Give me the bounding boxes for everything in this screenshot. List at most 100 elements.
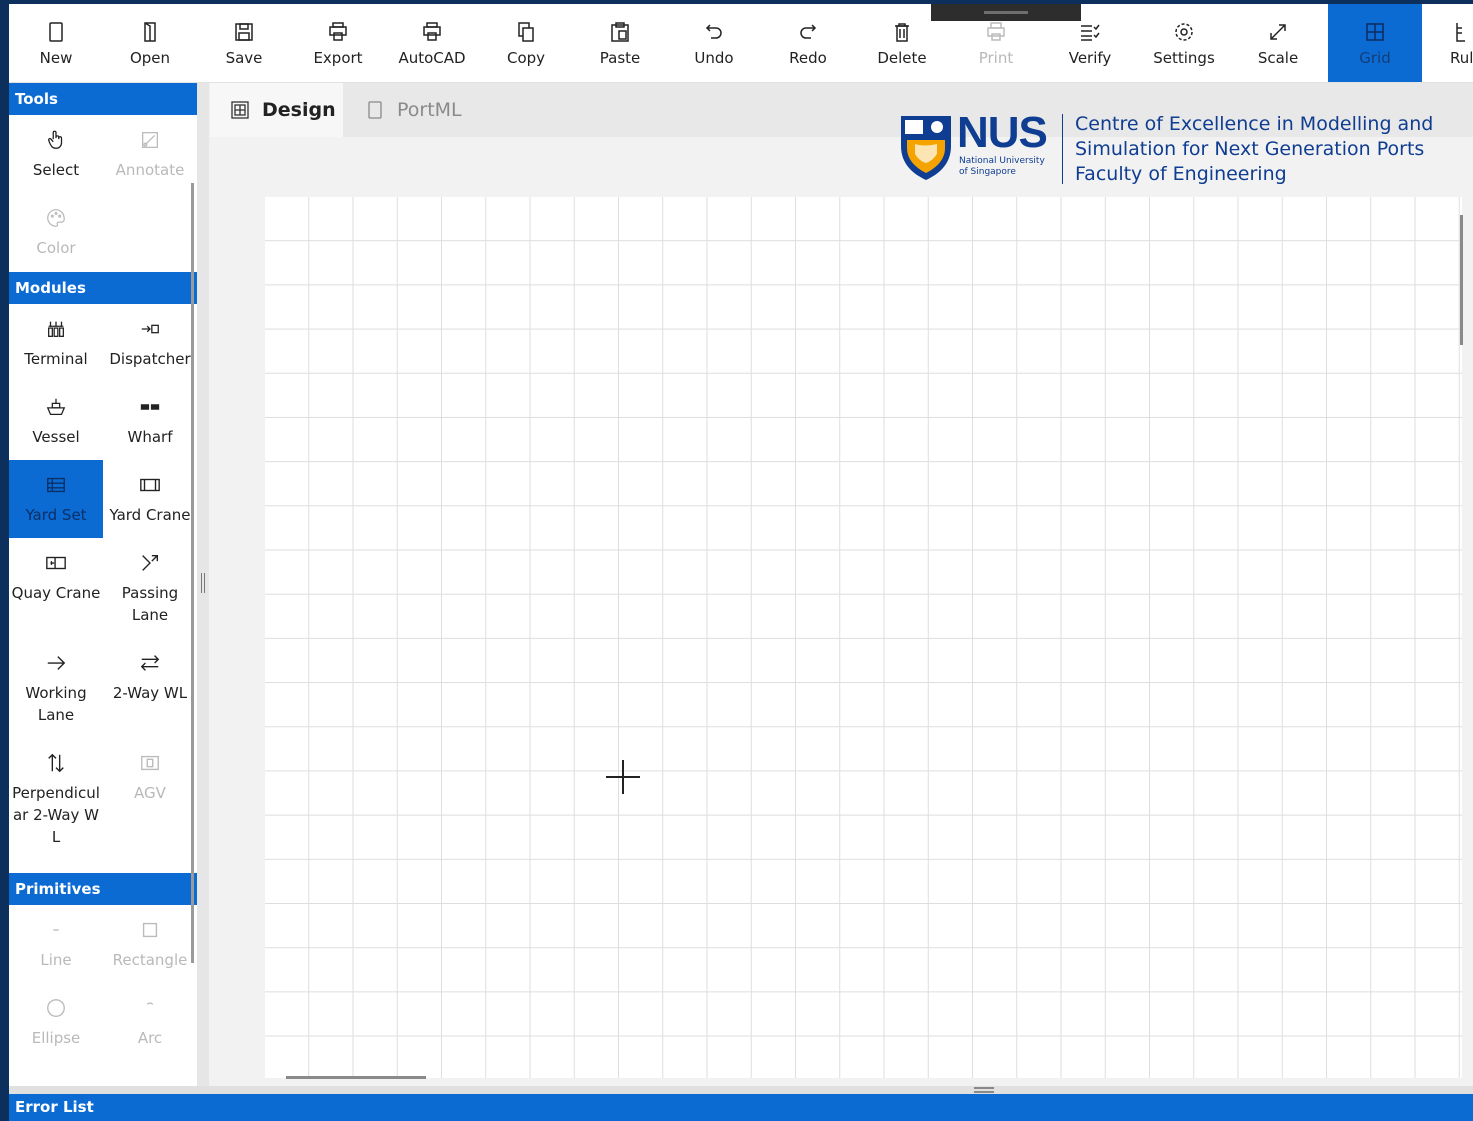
export-button[interactable]: Export (291, 4, 385, 82)
color-tool[interactable]: Color (9, 193, 103, 271)
two-way-wl-module[interactable]: 2-Way WL (103, 638, 197, 738)
tab-design[interactable]: Design (210, 83, 343, 137)
quay-crane-label: Quay Crane (11, 584, 101, 602)
modules-header: Modules (9, 272, 197, 304)
working-lane-label: Working Lane (25, 684, 87, 724)
app-window: New Open Save Export AutoCAD Copy Paste (9, 4, 1473, 1121)
rectangle-icon (137, 917, 163, 943)
rectangle-label: Rectangle (112, 951, 188, 969)
ellipse-primitive[interactable]: Ellipse (9, 983, 103, 1061)
logo-divider (1062, 114, 1063, 184)
tab-portml[interactable]: PortML (345, 83, 485, 137)
passing-lane-icon (137, 550, 163, 576)
grid-label: Grid (1359, 49, 1391, 67)
export-icon (325, 19, 351, 45)
agv-icon (137, 750, 163, 776)
undo-button[interactable]: Undo (667, 4, 761, 82)
autocad-button[interactable]: AutoCAD (385, 4, 479, 82)
settings-button[interactable]: Settings (1137, 4, 1231, 82)
toolbox-scrollbar[interactable] (191, 183, 194, 963)
arc-primitive[interactable]: Arc (103, 983, 197, 1061)
org-line-2: Simulation for Next Generation Ports (1075, 138, 1425, 160)
annotate-tool[interactable]: Annotate (103, 115, 197, 193)
line-icon (43, 917, 69, 943)
yard-crane-module[interactable]: Yard Crane (103, 460, 197, 538)
redo-icon (795, 19, 821, 45)
undo-icon (701, 19, 727, 45)
select-tool[interactable]: Select (9, 115, 103, 193)
paste-button[interactable]: Paste (573, 4, 667, 82)
quay-crane-module[interactable]: Quay Crane (9, 538, 103, 638)
ellipse-icon (43, 995, 69, 1021)
perpendicular-two-way-wl-label: Perpendicular 2-Way WL (12, 784, 100, 846)
redo-button[interactable]: Redo (761, 4, 855, 82)
scale-icon (1265, 19, 1291, 45)
new-button[interactable]: New (9, 4, 103, 82)
copy-button[interactable]: Copy (479, 4, 573, 82)
terminal-module[interactable]: Terminal (9, 304, 103, 382)
organization-name: Centre of Excellence in Modelling and Si… (1075, 112, 1433, 187)
main-toolbar: New Open Save Export AutoCAD Copy Paste (9, 4, 1473, 83)
grid-button[interactable]: Grid (1328, 4, 1422, 82)
nus-subtitle-line-1: National University (959, 156, 1045, 166)
tab-portml-label: PortML (397, 99, 462, 121)
working-lane-module[interactable]: Working Lane (9, 638, 103, 738)
nus-logo: NUS National University of Singapore Cen… (899, 108, 1459, 190)
new-document-icon (43, 19, 69, 45)
rectangle-primitive[interactable]: Rectangle (103, 905, 197, 983)
nus-subtitle-line-2: of Singapore (959, 167, 1016, 177)
yard-set-icon (43, 472, 69, 498)
vessel-module[interactable]: Vessel (9, 382, 103, 460)
org-line-3: Faculty of Engineering (1075, 163, 1287, 185)
document-icon (365, 100, 385, 120)
delete-label: Delete (877, 49, 927, 67)
ruler-label: Rul (1450, 49, 1473, 67)
nus-subtitle: National University of Singapore (959, 156, 1059, 178)
select-label: Select (32, 161, 80, 179)
autocad-label: AutoCAD (398, 49, 466, 67)
export-label: Export (313, 49, 363, 67)
grid-icon (1362, 19, 1388, 45)
save-icon (231, 19, 257, 45)
autocad-icon (419, 19, 445, 45)
wharf-icon (137, 394, 163, 420)
canvas-vertical-scrollbar[interactable] (1460, 215, 1463, 345)
select-hand-icon (43, 127, 69, 153)
vessel-label: Vessel (32, 428, 80, 446)
annotate-icon (137, 127, 163, 153)
window-drag-handle[interactable] (931, 4, 1081, 21)
bottom-splitter[interactable] (9, 1086, 1473, 1094)
canvas-horizontal-scrollbar[interactable] (286, 1076, 426, 1079)
error-list-bar[interactable]: Error List (9, 1094, 1473, 1121)
yard-crane-icon (137, 472, 163, 498)
paste-label: Paste (599, 49, 641, 67)
yard-crane-label: Yard Crane (109, 506, 191, 524)
wharf-label: Wharf (127, 428, 173, 446)
arc-label: Arc (137, 1029, 163, 1047)
delete-icon (889, 19, 915, 45)
terminal-label: Terminal (24, 350, 88, 368)
ruler-button[interactable]: Rul (1425, 4, 1473, 82)
perpendicular-two-way-wl-module[interactable]: Perpendicular 2-Way WL (9, 738, 103, 863)
line-label: Line (40, 951, 72, 969)
yard-set-module[interactable]: Yard Set (9, 460, 103, 538)
passing-lane-module[interactable]: Passing Lane (103, 538, 197, 638)
save-button[interactable]: Save (197, 4, 291, 82)
primitives-header: Primitives (9, 873, 197, 905)
color-label: Color (36, 239, 76, 257)
agv-module[interactable]: AGV (103, 738, 197, 863)
copy-icon (513, 19, 539, 45)
open-button[interactable]: Open (103, 4, 197, 82)
open-icon (137, 19, 163, 45)
new-label: New (39, 49, 73, 67)
passing-lane-label: Passing Lane (121, 584, 179, 624)
toolbox-panel: Tools Select Annotate Color Modules Term… (9, 83, 197, 1086)
wharf-module[interactable]: Wharf (103, 382, 197, 460)
scale-button[interactable]: Scale (1231, 4, 1325, 82)
dispatcher-module[interactable]: Dispatcher (103, 304, 197, 382)
design-grid-icon (230, 100, 250, 120)
copy-label: Copy (506, 49, 546, 67)
line-primitive[interactable]: Line (9, 905, 103, 983)
crosshair-cursor-icon (606, 760, 640, 794)
design-grid-canvas[interactable] (265, 197, 1462, 1078)
